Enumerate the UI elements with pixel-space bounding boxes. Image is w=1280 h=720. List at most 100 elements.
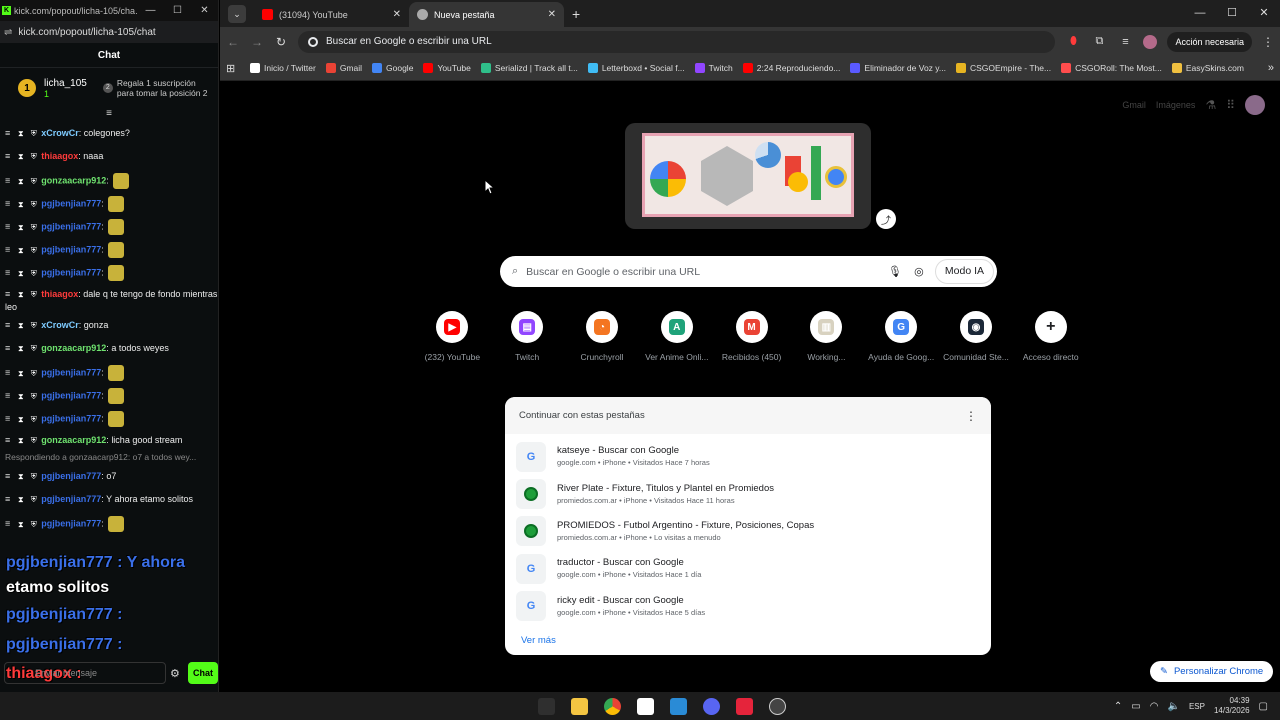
shortcut-tile[interactable]: ▤ Twitch [490,311,565,362]
omnibox[interactable]: Buscar en Google o escribir una URL [298,30,1056,53]
media-controls-icon[interactable]: ≡ [1117,36,1133,48]
customize-chrome-button[interactable]: ✎ Personalizar Chrome [1150,661,1274,682]
continue-tab-item[interactable]: Gkatseye - Buscar con Google google.com •… [505,438,991,475]
gear-icon[interactable]: ⚙ [170,667,184,680]
task-view-icon[interactable] [538,697,555,715]
chat-username[interactable]: thiaagox [41,289,78,299]
shortcut-tile[interactable]: ▶ (232) YouTube [415,311,490,362]
chat-username[interactable]: pgjbenjian777 [41,367,101,377]
google-lens-icon[interactable]: ◎ [911,265,927,278]
bookmark-item[interactable]: Gmail [325,63,362,73]
pin-icon[interactable]: ≡ [5,244,10,254]
google-doodle[interactable]: ⤴ [625,123,896,229]
bookmark-item[interactable]: Inicio / Twitter [250,63,316,73]
chat-username[interactable]: gonzaacarp912 [41,343,106,353]
shortcut-tile[interactable]: ◉ Comunidad Ste... [939,311,1014,362]
pin-icon[interactable]: ≡ [5,289,10,299]
pin-icon[interactable]: ≡ [5,494,10,504]
file-explorer-icon[interactable] [571,697,588,715]
speaker-icon[interactable]: 🔈 [1167,701,1179,712]
leader-username[interactable]: licha_105 [44,78,87,89]
chat-username[interactable]: xCrowCr [41,320,79,330]
bookmark-item[interactable]: CSGORoll: The Most... [1061,63,1162,73]
continue-tab-item[interactable]: Gtraductor - Buscar con Google google.com… [505,550,991,587]
pin-icon[interactable]: ≡ [5,471,10,481]
shortcut-tile[interactable]: G Ayuda de Goog... [864,311,939,362]
tab-search-icon[interactable]: ⌄ [228,5,246,23]
chat-username[interactable]: thiaagox [41,151,78,161]
site-settings-icon[interactable]: ⇌ [4,27,12,38]
minimize-icon[interactable]: — [1184,0,1216,27]
steam-icon[interactable] [769,697,786,715]
language-indicator[interactable]: ESP [1189,702,1205,711]
pin-icon[interactable]: ≡ [5,390,10,400]
minimize-icon[interactable]: — [137,5,164,16]
chat-username[interactable]: pgjbenjian777 [41,198,101,208]
chat-username[interactable]: gonzaacarp912 [41,175,106,185]
continue-tab-item[interactable]: River Plate - Fixture, Titulos y Plantel… [505,475,991,512]
chat-username[interactable]: pgjbenjian777 [41,494,101,504]
maximize-icon[interactable]: ☐ [164,5,191,16]
ai-mode-button[interactable]: Modo IA [934,259,994,284]
chat-username[interactable]: pgjbenjian777 [41,390,101,400]
pin-icon[interactable]: ≡ [5,221,10,231]
discord-icon[interactable] [703,697,720,715]
bookmark-item[interactable]: Google [372,63,413,73]
chat-username[interactable]: pgjbenjian777 [41,518,101,528]
reload-icon[interactable]: ↻ [274,35,288,49]
chat-username[interactable]: pgjbenjian777 [41,471,101,481]
notifications-icon[interactable]: ▢ [1259,701,1268,712]
bookmark-item[interactable]: CSGOEmpire - The... [955,63,1051,73]
bookmarks-overflow-icon[interactable]: » [1268,62,1274,74]
action-needed-button[interactable]: Acción necesaria [1167,31,1252,52]
pin-icon[interactable]: ≡ [5,198,10,208]
apps-grid-icon[interactable]: ⠿ [1226,98,1235,112]
microphone-icon[interactable]: 🎙 [887,265,903,278]
pin-icon[interactable]: ≡ [5,413,10,423]
chat-send-button[interactable]: Chat [188,662,218,684]
expand-handle-icon[interactable]: ≡ [0,108,218,122]
shortcut-tile[interactable]: + Acceso directo [1013,311,1088,362]
bookmark-item[interactable]: EasySkins.com [1171,63,1244,73]
notepad-icon[interactable] [637,697,654,715]
chevron-up-icon[interactable]: ⌃ [1114,701,1122,712]
share-icon[interactable]: ⤴ [876,209,896,229]
chat-username[interactable]: xCrowCr [41,128,79,138]
bookmark-item[interactable]: 2:24 Reproduciendo... [742,63,840,73]
apps-grid-icon[interactable]: ⊞ [226,62,240,75]
chat-message-input[interactable]: Enviar mensaje [4,662,166,684]
extension-icon[interactable]: ⬮ [1065,35,1081,48]
account-avatar[interactable] [1245,95,1265,115]
chat-username[interactable]: gonzaacarp912 [41,435,106,445]
shortcut-tile[interactable]: M Recibidos (450) [714,311,789,362]
pin-icon[interactable]: ≡ [5,151,10,161]
bookmark-item[interactable]: Letterboxd • Social f... [587,63,685,73]
profile-avatar[interactable] [1143,34,1158,49]
pin-icon[interactable]: ≡ [5,435,10,445]
pin-icon[interactable]: ≡ [5,320,10,330]
tab-youtube[interactable]: (31094) YouTube ✕ [254,2,409,27]
gift-sub-prompt[interactable]: 2 Regala 1 suscripción para tomar la pos… [102,78,208,98]
close-icon[interactable]: ✕ [191,5,218,16]
chat-username[interactable]: pgjbenjian777 [41,413,101,423]
pin-icon[interactable]: ≡ [5,267,10,277]
card-menu-icon[interactable]: ⋮ [965,409,977,423]
google-search-box[interactable]: ⌕ Buscar en Google o escribir una URL 🎙 … [500,256,997,287]
bookmark-item[interactable]: YouTube [423,63,471,73]
bookmark-item[interactable]: Eliminador de Voz y... [850,63,946,73]
close-tab-icon[interactable]: ✕ [393,9,401,20]
tab-new-tab[interactable]: Nueva pestaña ✕ [409,2,564,27]
clock[interactable]: 04:39 14/3/2026 [1214,696,1250,716]
maximize-icon[interactable]: ☐ [1216,0,1248,27]
extensions-puzzle-icon[interactable]: ⧉ [1091,35,1107,48]
shortcut-tile[interactable]: ◔ Crunchyroll [565,311,640,362]
display-icon[interactable]: ▭ [1131,701,1140,712]
gmail-link[interactable]: Gmail [1122,100,1146,110]
pin-icon[interactable]: ≡ [5,367,10,377]
chrome-taskbar-icon[interactable] [604,697,621,715]
back-icon[interactable]: ← [226,35,240,49]
new-tab-icon[interactable]: + [572,6,580,22]
chat-username[interactable]: pgjbenjian777 [41,221,101,231]
pin-icon[interactable]: ≡ [5,128,10,138]
chat-address-bar[interactable]: ⇌ kick.com/popout/licha-105/chat [0,21,218,43]
